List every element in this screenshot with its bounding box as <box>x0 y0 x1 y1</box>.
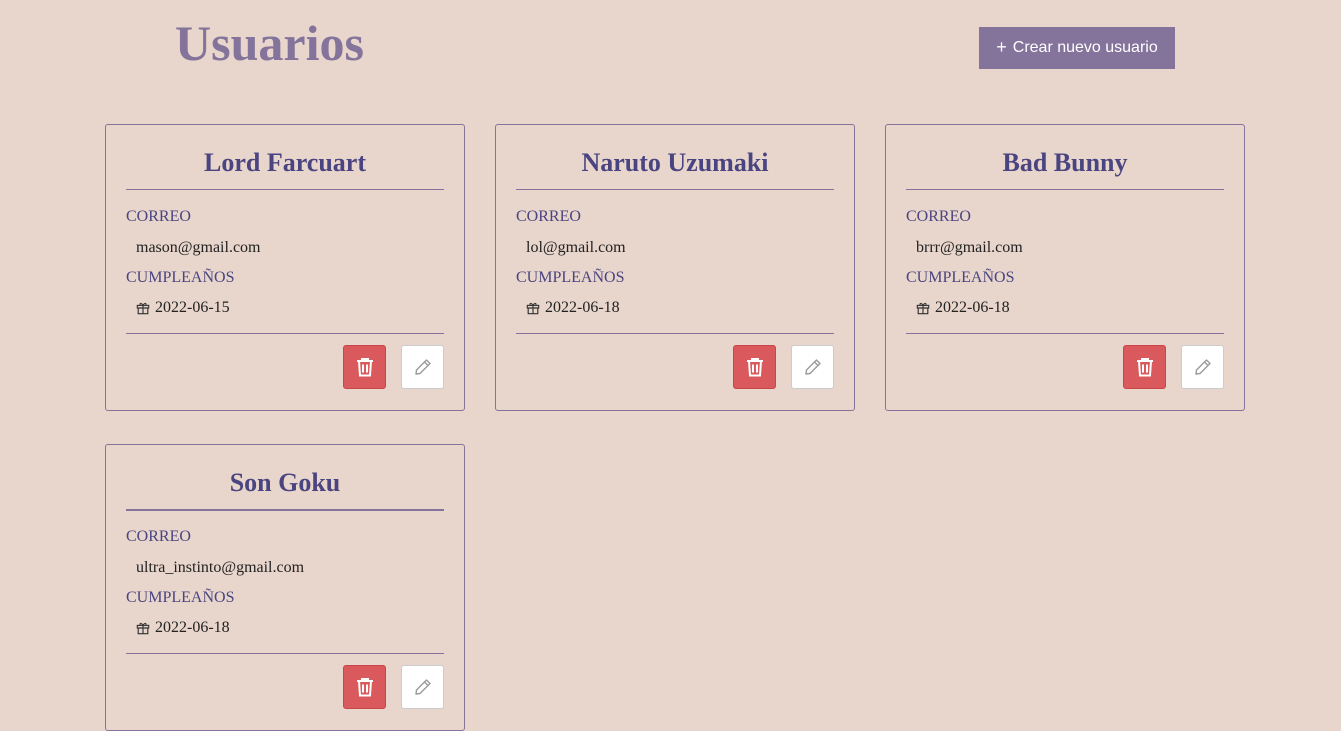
user-name: Lord Farcuart <box>204 148 366 177</box>
birthday-row: 2022-06-15 <box>136 298 230 318</box>
divider <box>906 333 1224 334</box>
birthday-value: 2022-06-15 <box>155 299 230 316</box>
edit-user-button[interactable] <box>1181 345 1224 389</box>
birthday-value: 2022-06-18 <box>545 299 620 316</box>
user-card: Bad Bunny CORREO brrr@gmail.com CUMPLEAÑ… <box>885 124 1245 411</box>
user-name: Son Goku <box>229 468 341 497</box>
pencil-icon <box>1194 359 1211 375</box>
gift-icon <box>136 302 150 315</box>
birthday-label: CUMPLEAÑOS <box>126 589 235 606</box>
email-value: mason@gmail.com <box>136 239 261 256</box>
user-name: Bad Bunny <box>1002 148 1128 177</box>
email-label: CORREO <box>126 208 191 225</box>
email-label: CORREO <box>126 528 191 545</box>
birthday-label: CUMPLEAÑOS <box>906 269 1015 286</box>
delete-user-button[interactable] <box>343 345 386 389</box>
page-title: Usuarios <box>175 15 364 71</box>
create-user-button[interactable]: + Crear nuevo usuario <box>979 27 1175 69</box>
delete-user-button[interactable] <box>733 345 776 389</box>
edit-user-button[interactable] <box>401 665 444 709</box>
birthday-value: 2022-06-18 <box>935 299 1010 316</box>
birthday-label: CUMPLEAÑOS <box>126 269 235 286</box>
plus-icon: + <box>996 36 1007 57</box>
birthday-label: CUMPLEAÑOS <box>516 269 625 286</box>
edit-user-button[interactable] <box>401 345 444 389</box>
email-value: ultra_instinto@gmail.com <box>136 559 305 576</box>
divider <box>126 509 444 511</box>
pencil-icon <box>804 359 821 375</box>
birthday-value: 2022-06-18 <box>155 619 230 636</box>
divider <box>126 189 444 190</box>
user-card: Son Goku CORREO ultra_instinto@gmail.com… <box>105 444 465 731</box>
divider <box>126 653 444 654</box>
birthday-row: 2022-06-18 <box>136 618 230 638</box>
user-card: Lord Farcuart CORREO mason@gmail.com CUM… <box>105 124 465 411</box>
birthday-row: 2022-06-18 <box>526 298 620 318</box>
email-label: CORREO <box>906 208 971 225</box>
trash-icon <box>356 358 373 377</box>
trash-icon <box>746 358 763 377</box>
gift-icon <box>526 302 540 315</box>
edit-user-button[interactable] <box>791 345 834 389</box>
delete-user-button[interactable] <box>1123 345 1166 389</box>
gift-icon <box>916 302 930 315</box>
user-card: Naruto Uzumaki CORREO lol@gmail.com CUMP… <box>495 124 855 411</box>
email-label: CORREO <box>516 208 581 225</box>
email-value: brrr@gmail.com <box>916 239 1023 256</box>
pencil-icon <box>414 359 431 375</box>
divider <box>906 189 1224 190</box>
divider <box>126 333 444 334</box>
gift-icon <box>136 622 150 635</box>
pencil-icon <box>414 679 431 695</box>
user-name: Naruto Uzumaki <box>581 148 769 177</box>
divider <box>516 189 834 190</box>
email-value: lol@gmail.com <box>526 239 626 256</box>
birthday-row: 2022-06-18 <box>916 298 1010 318</box>
divider <box>516 333 834 334</box>
create-user-button-label: Crear nuevo usuario <box>1012 39 1158 56</box>
delete-user-button[interactable] <box>343 665 386 709</box>
trash-icon <box>356 678 373 697</box>
trash-icon <box>1136 358 1153 377</box>
